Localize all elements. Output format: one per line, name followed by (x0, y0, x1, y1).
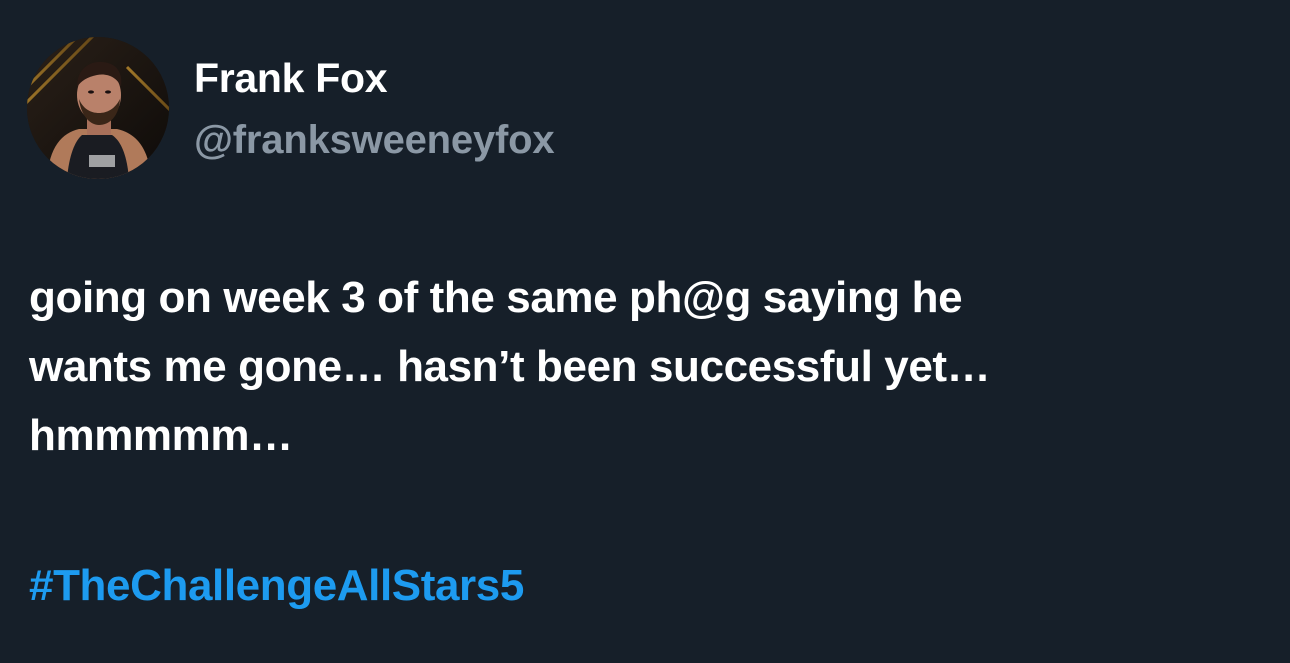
tweet-text: going on week 3 of the same ph@g saying … (29, 263, 1259, 470)
tweet-card: Frank Fox @franksweeneyfox going on week… (0, 0, 1290, 663)
avatar[interactable] (27, 37, 169, 179)
tweet-header: Frank Fox @franksweeneyfox (27, 37, 555, 179)
hashtag-link[interactable]: #TheChallengeAllStars5 (29, 551, 524, 620)
tweet-text-line: wants me gone… hasn’t been successful ye… (29, 342, 991, 391)
tweet-text-line: going on week 3 of the same ph@g saying … (29, 273, 963, 322)
tweet-text-line: hmmmmm… (29, 411, 293, 460)
profile-photo-icon (27, 37, 169, 179)
author-handle[interactable]: @franksweeneyfox (194, 114, 555, 166)
author-names: Frank Fox @franksweeneyfox (194, 52, 555, 166)
author-display-name[interactable]: Frank Fox (194, 52, 554, 104)
